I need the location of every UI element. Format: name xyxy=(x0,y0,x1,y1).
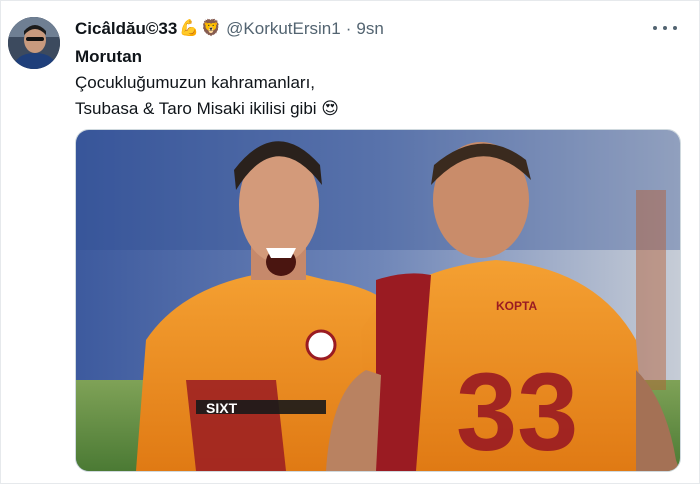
author-name[interactable]: Cicâldău©33 xyxy=(75,19,177,39)
more-options-icon[interactable] xyxy=(653,21,677,35)
author-handle[interactable]: @KorkutErsin1 xyxy=(226,19,341,39)
tweet-photo[interactable]: SIXT 33 KOPTA xyxy=(75,129,681,472)
tweet-text-line-1: Morutan xyxy=(75,47,143,66)
avatar[interactable] xyxy=(8,17,60,69)
tweet-text-line-2: Çocukluğumuzun kahramanları, xyxy=(75,73,316,92)
timestamp[interactable]: 9sn xyxy=(356,19,383,39)
tweet-header: Cicâldău©33 💪 🦁 @KorkutErsin1 · 9sn xyxy=(75,17,659,41)
tweet-text: Morutan Çocukluğumuzun kahramanları, Tsu… xyxy=(75,44,339,122)
heart-eyes-emoji: 😍 xyxy=(321,99,340,118)
tweet-card[interactable]: Cicâldău©33 💪 🦁 @KorkutErsin1 · 9sn Moru… xyxy=(0,0,700,484)
lion-emoji: 🦁 xyxy=(201,20,222,37)
sponsor-text: SIXT xyxy=(206,400,238,416)
separator-dot: · xyxy=(345,19,352,38)
flexed-biceps-emoji: 💪 xyxy=(179,20,200,37)
tweet-text-line-3: Tsubasa & Taro Misaki ikilisi gibi 😍 xyxy=(75,99,340,118)
jersey-back-name: KOPTA xyxy=(496,299,537,313)
jersey-number: 33 xyxy=(456,351,578,471)
